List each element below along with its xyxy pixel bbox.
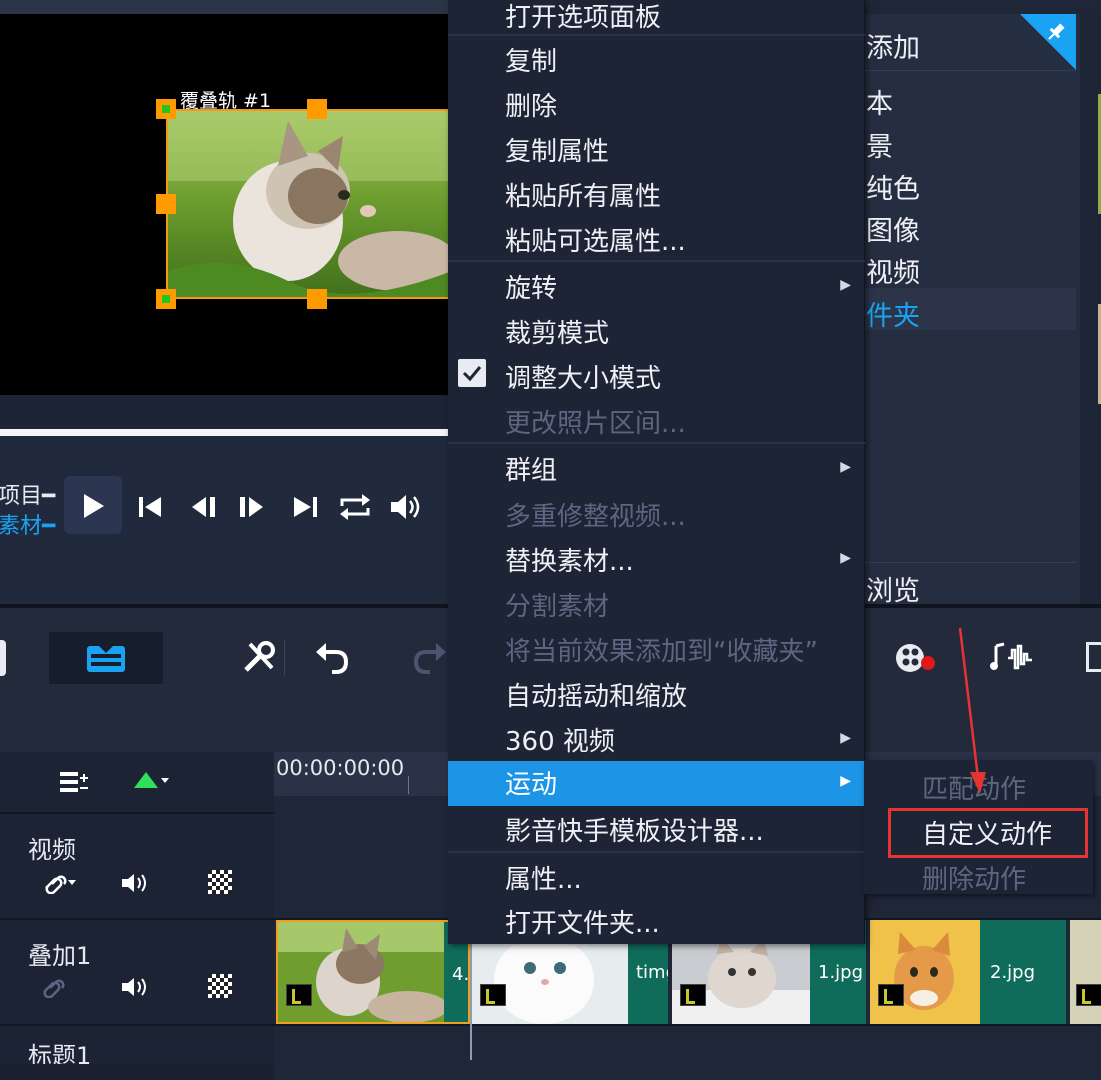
annotation-arrow bbox=[958, 627, 986, 794]
undo-icon[interactable] bbox=[314, 640, 350, 676]
submenu-arrow-icon: ▶ bbox=[840, 459, 851, 475]
menu-item-split-clip: 分割素材 bbox=[505, 592, 610, 622]
timeline-view-icon[interactable] bbox=[0, 640, 6, 676]
highlight-box bbox=[888, 808, 1088, 858]
menu-item-motion[interactable]: 运动 ▶ bbox=[448, 761, 865, 806]
audio-fx-icon[interactable] bbox=[990, 640, 1034, 676]
preview-top-bar bbox=[0, 0, 450, 14]
menu-item-copy[interactable]: 复制 bbox=[448, 38, 865, 83]
video-editor-window: 覆叠轨 #1 项目━ 素材━ 添加 本 景 纯色 图像 视频 件夹 浏览 视频 bbox=[0, 0, 1101, 1080]
library-item-solid-color[interactable]: 纯色 bbox=[866, 167, 920, 206]
clip-name: 1.jpg bbox=[818, 962, 864, 983]
clip-type-icon bbox=[680, 984, 706, 1006]
play-icon bbox=[84, 494, 104, 518]
add-marker-icon[interactable] bbox=[132, 768, 172, 796]
project-mode-label[interactable]: 项目━ bbox=[0, 478, 55, 510]
pin-icon[interactable] bbox=[1020, 14, 1076, 70]
link-icon[interactable] bbox=[42, 872, 78, 894]
clip-name: timg bbox=[636, 962, 668, 983]
submenu-arrow-icon: ▶ bbox=[840, 277, 851, 293]
clip-name: 2.jpg bbox=[990, 962, 1036, 983]
storyboard-icon bbox=[87, 646, 125, 672]
library-item-background[interactable]: 景 bbox=[866, 125, 893, 164]
library-item-video[interactable]: 视频 bbox=[866, 251, 920, 290]
menu-item-copy-attributes[interactable]: 复制属性 bbox=[448, 128, 865, 173]
resize-handle-bottom-left[interactable] bbox=[156, 289, 176, 309]
menu-item-crop-mode[interactable]: 裁剪模式 bbox=[448, 310, 865, 355]
resize-handle-top-middle[interactable] bbox=[307, 99, 327, 119]
tools-icon[interactable] bbox=[242, 640, 278, 676]
export-icon[interactable] bbox=[1086, 642, 1101, 672]
menu-item-delete[interactable]: 删除 bbox=[448, 83, 865, 128]
clip-thumbnail bbox=[278, 922, 444, 1022]
menu-item-paste-selectable-attributes[interactable]: 粘贴可选属性... bbox=[448, 218, 865, 263]
mute-icon[interactable] bbox=[120, 976, 154, 998]
next-frame-icon[interactable] bbox=[237, 494, 267, 520]
clip-type-icon bbox=[480, 984, 506, 1006]
menu-item-auto-pan-zoom[interactable]: 自动摇动和缩放 bbox=[448, 673, 865, 718]
library-item-folder[interactable]: 件夹 bbox=[866, 294, 920, 333]
skip-end-icon[interactable] bbox=[291, 494, 321, 520]
clip-type-icon bbox=[286, 984, 312, 1006]
film-record-icon[interactable] bbox=[894, 640, 936, 676]
resize-handle-middle-left[interactable] bbox=[156, 194, 176, 214]
menu-item-resize-mode[interactable]: 调整大小模式 bbox=[448, 355, 865, 400]
menu-item-change-photo-duration: 更改照片区间... bbox=[505, 409, 686, 439]
menu-item-360-video[interactable]: 360 视频 ▶ bbox=[448, 718, 865, 763]
menu-item-open-folder[interactable]: 打开文件夹... bbox=[448, 900, 865, 945]
checker-icon[interactable] bbox=[208, 974, 232, 998]
track-headers-panel bbox=[0, 752, 274, 1080]
submenu-arrow-icon: ▶ bbox=[840, 550, 851, 566]
track-name-overlay: 叠加1 bbox=[28, 942, 92, 970]
preview-footer bbox=[0, 395, 450, 428]
clip-type-icon bbox=[878, 984, 904, 1006]
clip-name: 4. bbox=[452, 964, 470, 985]
library-item-add[interactable]: 添加 bbox=[866, 26, 920, 65]
library-thumbnails-strip bbox=[1080, 14, 1101, 604]
link-icon-disabled[interactable] bbox=[40, 976, 66, 998]
volume-icon[interactable] bbox=[389, 493, 425, 521]
context-menu: 打开选项面板 复制 删除 复制属性 粘贴所有属性 粘贴可选属性... 旋转 ▶ 裁… bbox=[448, 0, 865, 944]
library-item-image[interactable]: 图像 bbox=[866, 209, 920, 248]
menu-item-multi-trim-video: 多重修整视频... bbox=[505, 502, 686, 532]
library-browse-button[interactable]: 浏览 bbox=[866, 569, 920, 608]
submenu-arrow-icon: ▶ bbox=[840, 773, 851, 789]
mute-icon[interactable] bbox=[120, 872, 154, 894]
submenu-item-delete-motion: 删除动作 bbox=[922, 865, 1027, 895]
menu-item-properties[interactable]: 属性... bbox=[448, 856, 865, 901]
menu-item-paste-all-attributes[interactable]: 粘贴所有属性 bbox=[448, 173, 865, 218]
submenu-arrow-icon: ▶ bbox=[840, 730, 851, 746]
menu-item-rotate[interactable]: 旋转 ▶ bbox=[448, 265, 865, 310]
overlay-clip-preview[interactable] bbox=[166, 109, 450, 299]
resize-handle-top-left[interactable] bbox=[156, 99, 176, 119]
storyboard-view-button[interactable] bbox=[49, 632, 163, 684]
scrub-bar[interactable] bbox=[0, 429, 450, 436]
overlay-clip-partial[interactable] bbox=[1070, 920, 1101, 1024]
menu-item-add-effect-to-favorites: 将当前效果添加到“收藏夹” bbox=[505, 637, 818, 667]
overlay-clip-kitten[interactable]: 4. bbox=[276, 920, 470, 1024]
track-manager-icon[interactable] bbox=[58, 768, 92, 796]
repeat-icon[interactable] bbox=[338, 492, 372, 522]
skip-start-icon[interactable] bbox=[137, 494, 165, 520]
prev-frame-icon[interactable] bbox=[190, 494, 220, 520]
checker-icon[interactable] bbox=[208, 870, 232, 894]
play-button[interactable] bbox=[64, 476, 122, 534]
kitten-image bbox=[168, 111, 448, 297]
clip-mode-label[interactable]: 素材━ bbox=[0, 508, 55, 540]
clip-type-icon bbox=[1076, 984, 1101, 1006]
resize-handle-bottom-middle[interactable] bbox=[307, 289, 327, 309]
overlay-track-label: 覆叠轨 #1 bbox=[180, 90, 272, 112]
menu-item-replace-clip[interactable]: 替换素材... ▶ bbox=[448, 538, 865, 583]
menu-item-group[interactable]: 群组 ▶ bbox=[448, 447, 865, 492]
menu-item-template-designer[interactable]: 影音快手模板设计器... bbox=[448, 808, 865, 853]
library-item-text[interactable]: 本 bbox=[866, 82, 893, 121]
timecode-label: 00:00:00:00 bbox=[276, 756, 405, 780]
redo-icon[interactable] bbox=[412, 640, 448, 676]
checkmark-icon bbox=[458, 359, 486, 387]
track-name-video: 视频 bbox=[28, 836, 76, 864]
overlay-clip-orange-kitten[interactable]: 2.jpg bbox=[870, 920, 1066, 1024]
clip-thumbnail bbox=[870, 920, 980, 1024]
